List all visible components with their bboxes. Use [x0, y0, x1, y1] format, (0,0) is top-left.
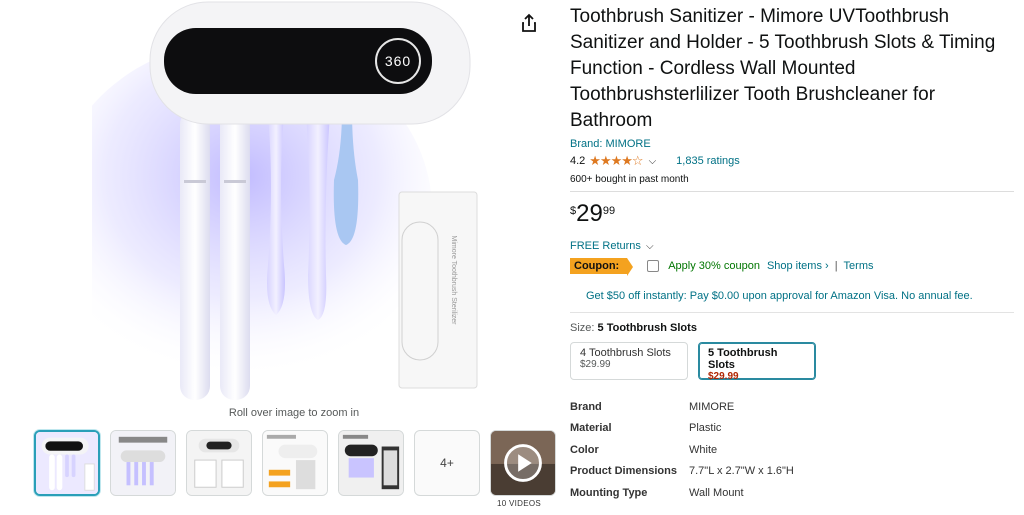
display-readout: 360	[385, 53, 411, 69]
main-product-image[interactable]: 360 Mimore Toothbrush Sterilizer	[92, 0, 492, 405]
thumbnail-4-image	[263, 431, 327, 495]
star-rating-icon[interactable]: ★★★★☆	[589, 153, 643, 169]
spec-key: Color	[570, 443, 599, 456]
price: $ 29 99	[570, 202, 1014, 226]
spec-key: Product Dimensions	[570, 465, 677, 478]
terms-link[interactable]: Terms	[844, 260, 874, 272]
thumbnail-5[interactable]	[338, 430, 404, 496]
selected-size: 5 Toothbrush Slots	[597, 322, 697, 334]
thumbnail-strip: 4+	[34, 430, 556, 496]
free-returns-link[interactable]: FREE Returns ⌵	[570, 240, 1014, 252]
play-icon	[491, 431, 555, 495]
spec-row: Mounting Type Wall Mount	[570, 482, 1014, 504]
visa-offer-link[interactable]: Get $50 off instantly: Pay $0.00 upon ap…	[586, 290, 1014, 302]
thumbnail-3[interactable]	[186, 430, 252, 496]
size-option-name: 4 Toothbrush Slots	[580, 347, 671, 359]
size-option-5-slots[interactable]: 5 Toothbrush Slots $29.99	[698, 342, 816, 382]
spec-value: Wall Mount	[689, 486, 744, 499]
thumbnail-2-image	[111, 431, 175, 495]
size-option-name: 5 Toothbrush Slots	[708, 347, 778, 371]
product-specs-table: Brand MIMORE Material Plastic Color Whit…	[570, 396, 1014, 504]
rating-value: 4.2	[570, 155, 586, 167]
chevron-down-icon[interactable]: ⌵	[649, 156, 657, 167]
free-returns-label: FREE Returns	[570, 240, 641, 252]
thumbnail-1[interactable]	[34, 430, 100, 496]
thumbnail-5-image	[339, 431, 403, 495]
spec-row: Brand MIMORE	[570, 396, 1014, 418]
thumbnail-2[interactable]	[110, 430, 176, 496]
zoom-hint: Roll over image to zoom in	[228, 407, 360, 419]
spec-row: Material Plastic	[570, 418, 1014, 440]
size-label-text: Size:	[570, 322, 595, 334]
price-fraction: 99	[602, 205, 616, 217]
product-title: Toothbrush Sanitizer - Mimore UVToothbru…	[570, 6, 996, 131]
share-icon[interactable]	[518, 12, 540, 34]
spec-key: Mounting Type	[570, 486, 648, 499]
more-images-button[interactable]: 4+	[414, 430, 480, 496]
videos-count-label: 10 VIDEOS	[496, 499, 542, 508]
brand-link[interactable]: Brand: MIMORE	[570, 138, 1014, 150]
spec-key: Material	[570, 422, 612, 435]
video-thumbnail[interactable]	[490, 430, 556, 496]
size-options: 4 Toothbrush Slots $29.99 5 Toothbrush S…	[570, 342, 1014, 382]
thumbnail-3-image	[187, 431, 251, 495]
thumbnail-4[interactable]	[262, 430, 328, 496]
coupon-row: Coupon: Apply 30% coupon Shop items › | …	[570, 258, 1014, 276]
divider	[570, 191, 1014, 192]
chevron-down-icon: ⌵	[645, 241, 654, 252]
size-option-price: $29.99	[708, 371, 739, 382]
coupon-checkbox[interactable]	[647, 260, 660, 272]
spec-value: MIMORE	[689, 400, 735, 413]
product-details: Toothbrush Sanitizer - Mimore UVToothbru…	[570, 4, 1014, 504]
spec-row: Product Dimensions 7.7"L x 2.7"W x 1.6"H	[570, 461, 1014, 483]
apply-coupon-label[interactable]: Apply 30% coupon	[668, 260, 760, 272]
bought-in-past-month: 600+ bought in past month	[570, 174, 689, 185]
coupon-badge: Coupon:	[570, 258, 634, 276]
size-option-4-slots[interactable]: 4 Toothbrush Slots $29.99	[570, 342, 688, 380]
price-whole: 29	[576, 200, 603, 227]
size-option-price: $29.99	[580, 359, 611, 370]
separator: |	[834, 260, 838, 272]
spec-key: Brand	[570, 400, 602, 413]
spec-row: Color White	[570, 439, 1014, 461]
more-images-count: 4+	[440, 456, 454, 470]
rating-row: 4.2 ★★★★☆ ⌵ 1,835 ratings	[570, 153, 1014, 169]
spec-value: White	[689, 443, 718, 456]
shop-items-link[interactable]: Shop items ›	[767, 260, 829, 272]
size-label: Size: 5 Toothbrush Slots	[570, 322, 1014, 334]
spec-value: Plastic	[689, 422, 722, 435]
ratings-count-link[interactable]: 1,835 ratings	[676, 155, 740, 167]
thumbnail-1-image	[36, 432, 98, 494]
spec-value: 7.7"L x 2.7"W x 1.6"H	[689, 465, 794, 478]
divider	[570, 312, 1014, 313]
box-text: Mimore Toothbrush Sterilizer	[450, 236, 457, 326]
